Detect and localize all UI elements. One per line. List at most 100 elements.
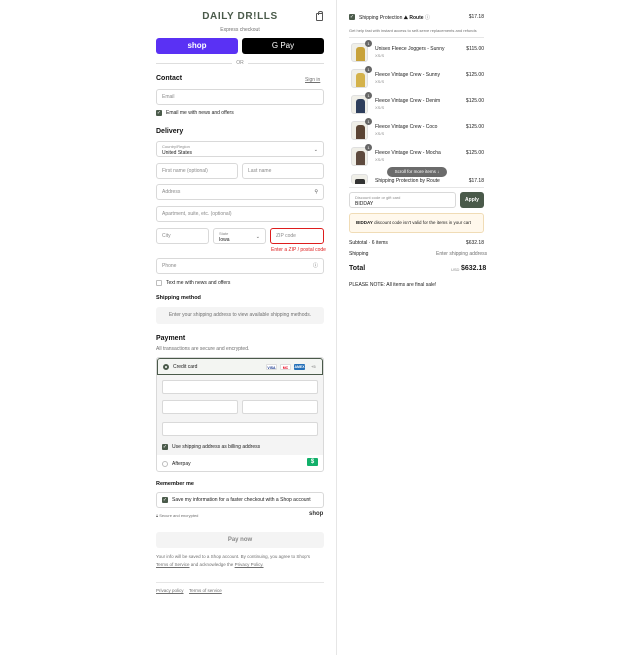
discount-value: BIDDAY [355,201,374,207]
save-info-checkbox[interactable]: ✓ [162,497,168,503]
shipping-protection-price: $17.18 [468,14,484,20]
credit-card-label: Credit card [173,364,198,370]
shop-pay-button[interactable]: shop [156,38,238,54]
shipping-method-placeholder: Enter your shipping address to view avai… [156,307,324,324]
discount-code-input[interactable]: Discount code or gift card BIDDAY [349,192,456,208]
country-select[interactable]: Country/Region United States ⌄ [156,141,324,157]
legal-and: and acknowledge the [190,562,234,567]
email-input[interactable]: Email [156,89,324,105]
currency-code: USD [451,267,460,272]
afterpay-icon: $ [307,458,318,466]
footer-privacy-link[interactable]: Privacy policy [156,588,184,593]
zip-input[interactable]: ZIP code [270,228,324,244]
route-text: Route [409,15,424,21]
quantity-badge: 1 [365,40,372,47]
card-expiry-input[interactable] [162,400,238,414]
card-name-input[interactable] [162,422,318,436]
product-size: XS/S [375,157,385,162]
address-input[interactable]: Address ⚲ [156,184,324,200]
apartment-input[interactable]: Apartment, suite, etc. (optional) [156,206,324,222]
phone-input[interactable]: Phone ⓘ [156,258,324,274]
visa-icon: VISA [266,364,277,370]
google-pay-button[interactable]: G Pay [242,38,324,54]
checkout-form-panel: DAILY DR!LLS Express checkout shop G Pay… [0,0,336,655]
search-icon: ⚲ [314,189,318,195]
product-image [356,151,365,165]
save-info-label: Save my information for a faster checkou… [172,497,311,503]
product-image [356,73,365,87]
final-sale-note: PLEASE NOTE: All items are final sale! [349,282,437,288]
payment-methods: Credit card VISA MC AMEX +5 ✓ Use shippi… [156,357,324,472]
afterpay-label[interactable]: Afterpay [172,461,191,467]
footer-divider [156,582,324,583]
credit-card-radio[interactable] [163,364,169,370]
shipping-protection-description: Get help fast with instant access to sel… [349,28,477,33]
product-price: $115.00 [466,46,484,52]
cart-bag-icon[interactable] [316,11,323,21]
newsletter-label: Email me with news and offers [166,110,234,116]
product-size: XS/S [375,105,385,110]
product-size: XS/S [375,79,385,84]
quantity-badge: 1 [365,118,372,125]
product-price: $125.00 [465,124,484,130]
card-number-input[interactable] [162,380,318,394]
zip-error-message: Enter a ZIP / postal code [271,247,326,253]
terms-of-service-link[interactable]: Terms of Service [156,562,190,567]
credit-card-option[interactable]: Credit card VISA MC AMEX +5 [157,358,323,375]
subtotal-value: $632.18 [465,240,484,246]
protection-text: Shipping Protection [359,15,403,21]
route-item-price: $17.18 [468,178,484,184]
amex-icon: AMEX [294,364,305,370]
info-icon[interactable]: ⓘ [425,15,430,21]
credit-card-form: ✓ Use shipping address as billing addres… [157,375,323,455]
legal-text: Your info will be saved to a Shop accoun… [156,553,324,569]
state-select[interactable]: State Iowa ⌄ [213,228,266,244]
discount-error-notice: BIDDAY discount code isn't valid for the… [349,213,484,233]
phone-placeholder: Phone [162,263,177,269]
subtotal-label: Subtotal · 6 items [349,240,388,246]
product-size: XS/S [375,53,385,58]
secure-text: Secure and encrypted [159,513,199,518]
text-offers-label: Text me with news and offers [166,280,231,286]
footer-terms-link[interactable]: Terms of service [189,588,222,593]
text-offers-checkbox[interactable] [156,280,162,286]
sign-in-link[interactable]: Sign in [305,77,320,83]
billing-address-label: Use shipping address as billing address [172,444,261,450]
route-item-name: Shipping Protection by Route [375,178,440,184]
help-icon[interactable]: ⓘ [313,259,318,273]
remember-me-heading: Remember me [156,481,194,487]
mastercard-icon: MC [280,364,291,370]
shipping-label: Shipping [349,251,369,257]
delivery-heading: Delivery [156,128,184,135]
shipping-protection-checkbox[interactable]: ✓ [349,14,355,20]
remember-me-option[interactable]: ✓ Save my information for a faster check… [156,492,324,508]
product-name: Fleece Vintage Crew - Denim [375,98,441,104]
last-name-input[interactable]: Last name [242,163,324,179]
scroll-more-items-button[interactable]: Scroll for more items ↓ [387,167,447,177]
notice-code: BIDDAY [356,220,373,225]
chevron-down-icon: ⌄ [255,234,260,240]
store-logo[interactable]: DAILY DR!LLS [156,11,324,22]
card-cvv-input[interactable] [242,400,318,414]
billing-address-checkbox[interactable]: ✓ [162,444,168,450]
summary-divider [349,37,484,38]
apply-discount-button[interactable]: Apply [460,192,484,208]
privacy-policy-link[interactable]: Privacy Policy. [235,562,264,567]
product-name: Fleece Vintage Crew - Coco [375,124,438,130]
or-divider: OR [156,60,324,66]
address-placeholder: Address [162,189,181,195]
product-price: $125.00 [465,150,484,156]
afterpay-radio[interactable] [162,461,168,467]
state-value: Iowa [219,237,230,243]
payment-heading: Payment [156,335,186,342]
lock-icon: 🔒︎ [156,513,159,518]
city-input[interactable]: City [156,228,209,244]
summary-divider [349,187,484,188]
express-checkout-label: Express checkout [220,27,260,33]
product-size: XS/S [375,131,385,136]
total-value: $632.18 [461,265,487,272]
newsletter-checkbox[interactable]: ✓ [156,110,162,116]
pay-now-button[interactable]: Pay now [156,532,324,548]
first-name-input[interactable]: First name (optional) [156,163,238,179]
product-name: Fleece Vintage Crew - Sunny [375,72,440,78]
